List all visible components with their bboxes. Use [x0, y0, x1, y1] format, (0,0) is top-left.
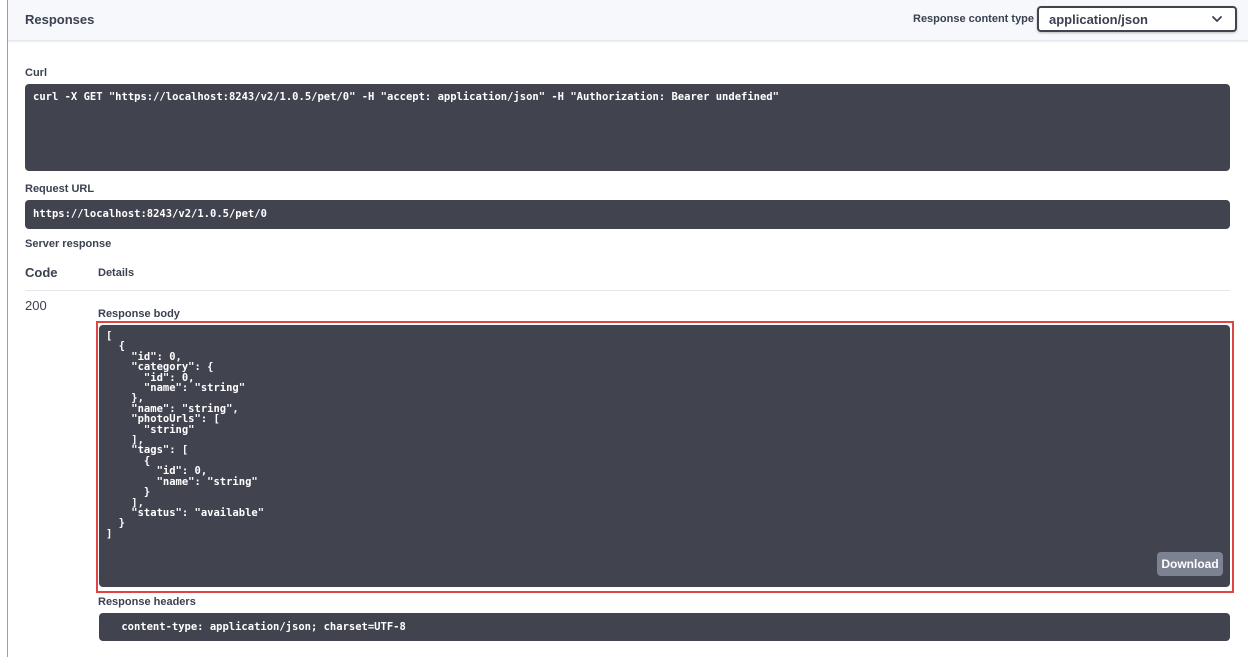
- chevron-down-icon: [1211, 11, 1223, 32]
- code-column-header: Code: [25, 265, 58, 280]
- responses-header: Responses Response content type applicat…: [8, 0, 1248, 41]
- response-headers-box[interactable]: content-type: application/json; charset=…: [99, 613, 1230, 641]
- request-url-box[interactable]: https://localhost:8243/v2/1.0.5/pet/0: [25, 200, 1230, 229]
- request-url-text: https://localhost:8243/v2/1.0.5/pet/0: [33, 208, 267, 220]
- table-header-divider: [25, 290, 1230, 291]
- responses-title: Responses: [25, 12, 95, 27]
- details-column-header: Details: [98, 267, 135, 279]
- response-headers-text: content-type: application/json; charset=…: [115, 621, 413, 633]
- curl-label: Curl: [25, 67, 47, 79]
- content-type-label: Response content type: [913, 13, 1035, 25]
- response-body-label: Response body: [98, 308, 180, 320]
- section-left-border: [7, 0, 8, 657]
- response-body-box[interactable]: [ { "id": 0, "category": { "id": 0, "nam…: [99, 325, 1230, 587]
- response-body-text: [ { "id": 0, "category": { "id": 0, "nam…: [106, 330, 265, 540]
- curl-command-box[interactable]: curl -X GET "https://localhost:8243/v2/1…: [25, 84, 1230, 171]
- download-button[interactable]: Download: [1157, 552, 1223, 576]
- content-type-value: application/json: [1049, 12, 1148, 27]
- response-headers-label: Response headers: [98, 596, 196, 608]
- request-url-label: Request URL: [25, 183, 95, 195]
- content-type-select[interactable]: application/json: [1037, 6, 1237, 32]
- server-response-label: Server response: [25, 238, 112, 250]
- curl-command-text: curl -X GET "https://localhost:8243/v2/1…: [33, 91, 779, 103]
- response-status-code: 200: [25, 298, 47, 313]
